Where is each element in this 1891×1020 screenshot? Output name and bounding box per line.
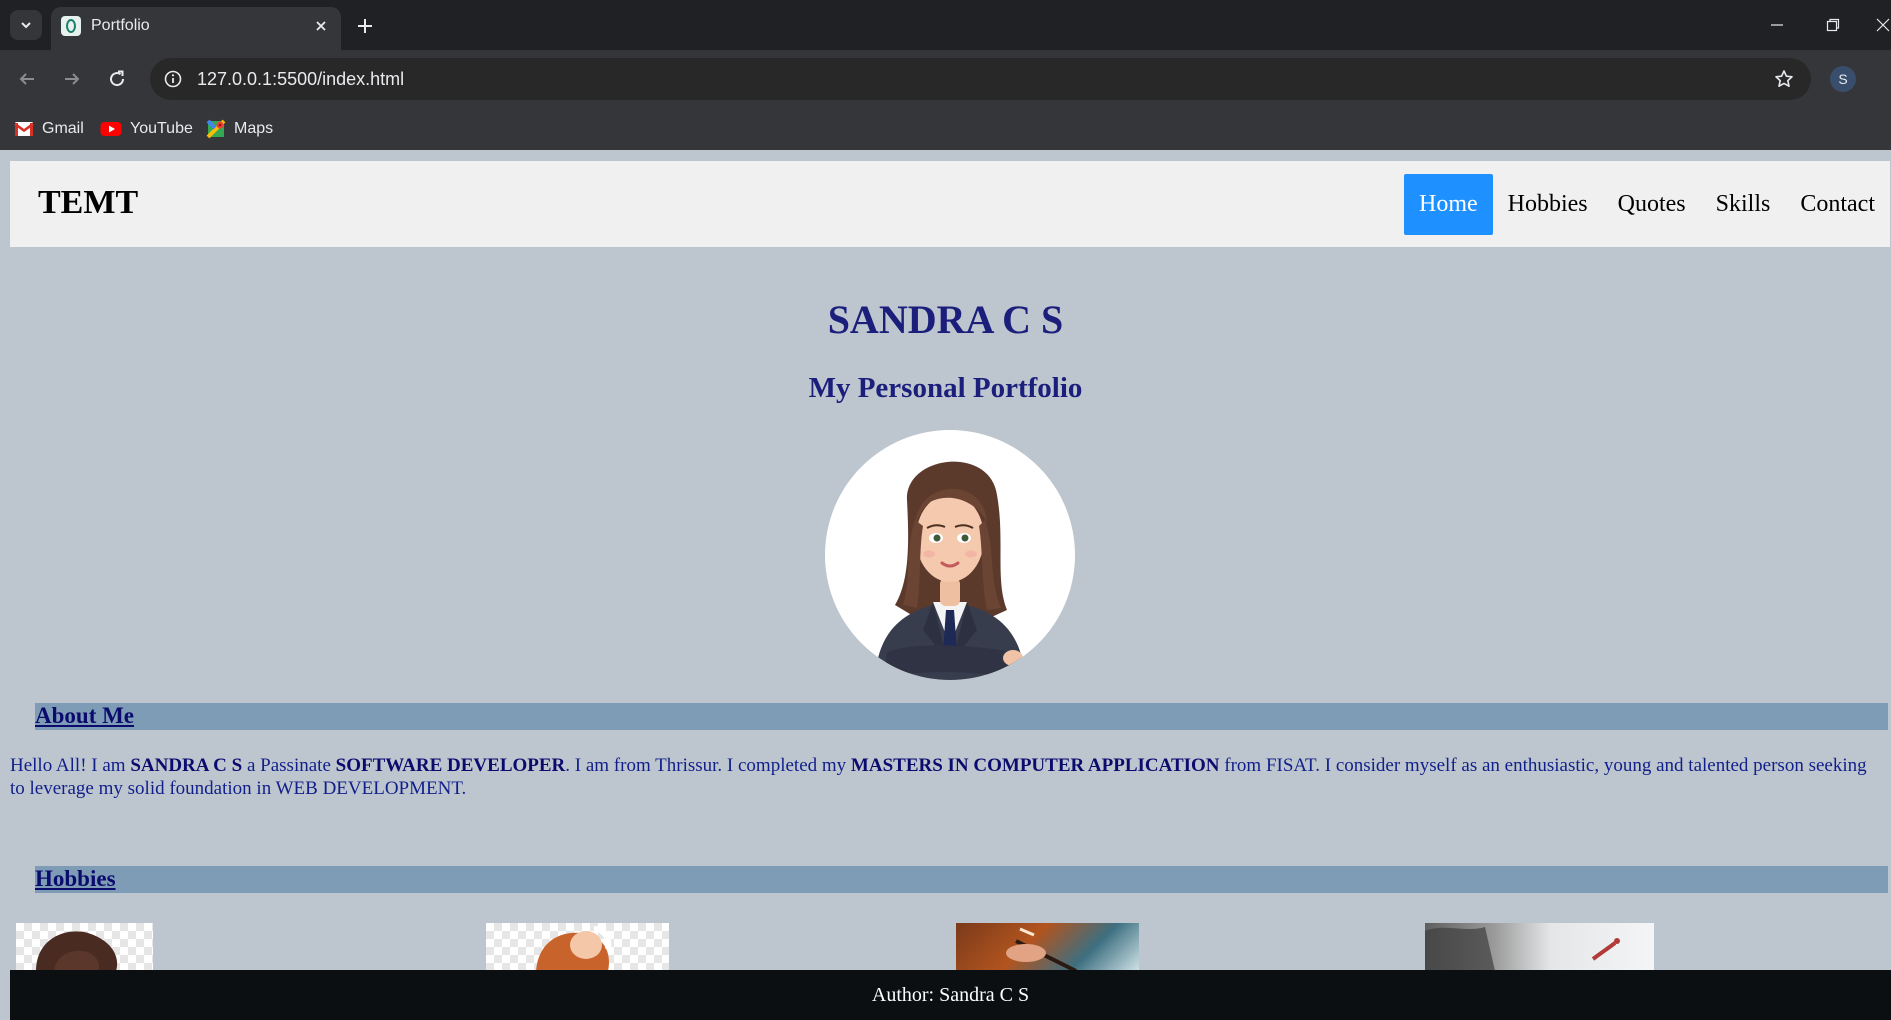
arrow-right-icon	[65, 73, 80, 85]
arrow-left-icon	[19, 73, 34, 85]
hobbies-heading[interactable]: Hobbies	[35, 865, 116, 893]
bookmark-youtube[interactable]: YouTube	[100, 117, 193, 141]
hobby-image-4	[1425, 923, 1654, 971]
tab-favicon-icon	[61, 16, 81, 36]
about-text-segment: . I am from Thrissur. I completed my	[565, 755, 851, 776]
reload-button[interactable]	[101, 63, 133, 95]
tab-title: Portfolio	[91, 17, 150, 34]
close-icon	[1876, 18, 1890, 32]
about-text-segment: a Passinate	[242, 755, 336, 776]
url-text: 127.0.0.1:5500/index.html	[197, 69, 405, 89]
bookmark-star-icon[interactable]	[1773, 68, 1795, 90]
maps-icon	[206, 119, 226, 139]
nav-link-home[interactable]: Home	[1403, 174, 1493, 235]
bookmark-gmail[interactable]: Gmail	[14, 117, 84, 141]
nav-links: Home Hobbies Quotes Skills Contact	[1403, 174, 1890, 235]
back-button[interactable]	[11, 63, 43, 95]
profile-avatar[interactable]: S	[1830, 66, 1856, 92]
about-text-highlight: SANDRA C S	[130, 755, 243, 776]
about-text-segment: Hello All! I am	[10, 755, 131, 776]
site-brand[interactable]: TEMT	[38, 183, 138, 223]
nav-link-quotes[interactable]: Quotes	[1603, 174, 1701, 235]
site-navbar: TEMT Home Hobbies Quotes Skills Contact	[10, 161, 1890, 247]
bookmark-label: Maps	[234, 120, 274, 137]
tab-close-button[interactable]	[311, 16, 331, 36]
browser-toolbar: 127.0.0.1:5500/index.html S	[0, 50, 1891, 109]
active-tab[interactable]: Portfolio	[51, 7, 341, 50]
about-text-highlight: MASTERS IN COMPUTER APPLICATION	[850, 755, 1220, 776]
bookmark-label: YouTube	[130, 120, 193, 137]
site-info-icon[interactable]	[162, 68, 184, 90]
bookmark-label: Gmail	[42, 120, 84, 137]
page-subtitle: My Personal Portfolio	[808, 372, 1083, 404]
minimize-icon	[1771, 24, 1783, 26]
nav-link-skills[interactable]: Skills	[1701, 174, 1786, 235]
avatar-illustration	[875, 461, 1025, 680]
minimize-button[interactable]	[1764, 12, 1790, 38]
youtube-icon	[100, 122, 122, 136]
new-tab-button[interactable]	[352, 13, 378, 39]
plus-icon	[358, 19, 372, 33]
chevron-down-icon	[21, 22, 31, 29]
about-paragraph: Hello All! I am SANDRA C S a Passinate S…	[10, 754, 1870, 800]
nav-link-contact[interactable]: Contact	[1785, 174, 1890, 235]
forward-button[interactable]	[56, 63, 88, 95]
hobby-image-2	[486, 923, 669, 971]
avatar	[825, 430, 1075, 680]
about-heading[interactable]: About Me	[35, 702, 134, 730]
page-title: SANDRA C S	[827, 297, 1064, 342]
bookmark-maps[interactable]: Maps	[206, 117, 273, 141]
about-section-header: About Me	[35, 703, 1888, 730]
close-icon	[316, 21, 326, 31]
about-text-highlight: SOFTWARE DEVELOPER	[335, 755, 566, 776]
restore-icon	[1826, 18, 1840, 32]
hobby-image-1	[16, 923, 153, 971]
address-bar[interactable]: 127.0.0.1:5500/index.html	[150, 58, 1811, 100]
hobby-image-3	[956, 923, 1139, 971]
bookmarks-bar: Gmail YouTube Maps	[0, 109, 1891, 150]
gmail-icon	[14, 122, 34, 136]
hobbies-section-header: Hobbies	[35, 866, 1888, 893]
page-footer: Author: Sandra C S	[10, 970, 1891, 1020]
restore-button[interactable]	[1820, 12, 1846, 38]
nav-link-hobbies[interactable]: Hobbies	[1493, 174, 1603, 235]
reload-icon	[110, 70, 125, 87]
browser-tabstrip: Portfolio	[0, 0, 1891, 50]
tab-search-button[interactable]	[10, 10, 42, 40]
close-window-button[interactable]	[1870, 12, 1891, 38]
